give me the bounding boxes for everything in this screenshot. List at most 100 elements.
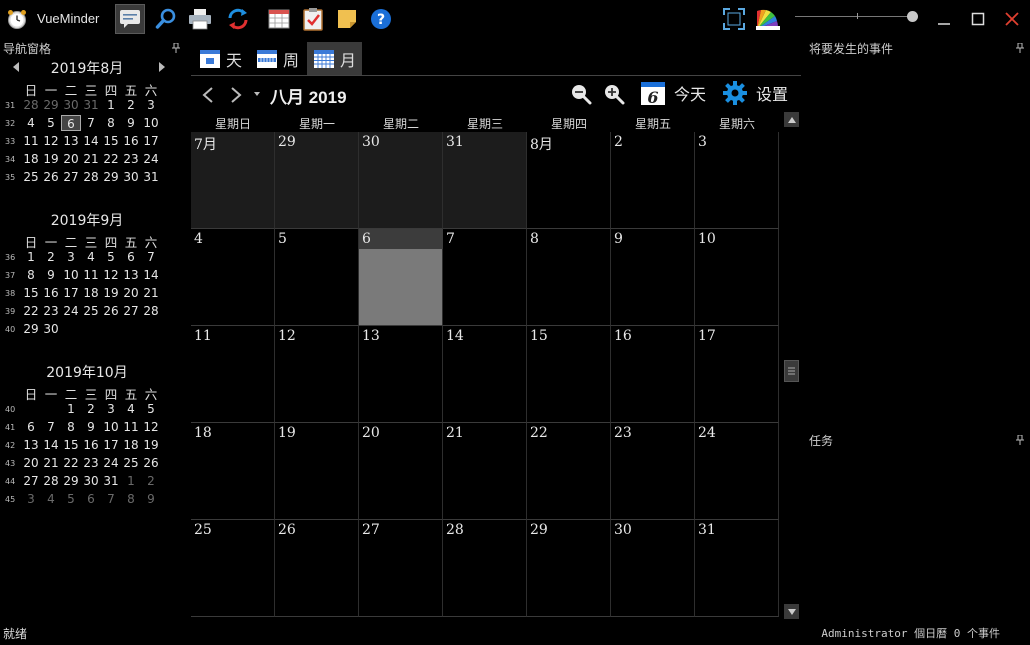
mini-day[interactable]: 23	[41, 303, 61, 319]
mini-day[interactable]: 10	[61, 267, 81, 283]
mini-day[interactable]: 17	[61, 285, 81, 301]
day-cell[interactable]: 15	[527, 326, 611, 423]
help-button[interactable]: ?	[366, 4, 396, 34]
today-button[interactable]: 6 今天	[640, 80, 706, 106]
mini-day[interactable]: 14	[81, 133, 101, 149]
mini-day[interactable]: 12	[101, 267, 121, 283]
mini-day[interactable]: 10	[141, 115, 161, 131]
mini-day[interactable]: 1	[61, 401, 81, 417]
mini-day[interactable]: 9	[41, 267, 61, 283]
mini-day[interactable]: 8	[121, 491, 141, 507]
mini-day[interactable]: 9	[81, 419, 101, 435]
day-cell[interactable]: 13	[359, 326, 443, 423]
mini-day[interactable]: 26	[41, 169, 61, 185]
mini-next-month-button[interactable]	[159, 62, 165, 72]
pin-icon[interactable]	[172, 43, 180, 53]
mini-day[interactable]: 2	[41, 249, 61, 265]
mini-day[interactable]: 5	[41, 115, 61, 131]
mini-day[interactable]: 1	[121, 473, 141, 489]
mini-day[interactable]: 13	[21, 437, 41, 453]
day-cell[interactable]: 23	[611, 423, 695, 520]
mini-day[interactable]: 25	[81, 303, 101, 319]
mini-day[interactable]: 20	[61, 151, 81, 167]
mini-day[interactable]: 23	[81, 455, 101, 471]
mini-day[interactable]: 1	[101, 97, 121, 113]
mini-day[interactable]: 5	[101, 249, 121, 265]
mini-day[interactable]: 29	[61, 473, 81, 489]
day-cell[interactable]: 31	[695, 520, 779, 617]
day-cell[interactable]: 18	[191, 423, 275, 520]
mini-day[interactable]: 8	[61, 419, 81, 435]
mini-day[interactable]: 18	[21, 151, 41, 167]
tasks-pin-icon[interactable]	[1016, 435, 1024, 445]
fullscreen-button[interactable]	[719, 4, 749, 34]
mini-day[interactable]: 5	[61, 491, 81, 507]
mini-day[interactable]: 7	[81, 115, 101, 131]
minimize-button[interactable]	[930, 6, 958, 32]
day-cell-today[interactable]: 6	[359, 229, 443, 326]
mini-day[interactable]: 4	[41, 491, 61, 507]
day-cell[interactable]: 22	[527, 423, 611, 520]
day-cell[interactable]: 17	[695, 326, 779, 423]
mini-day[interactable]: 22	[21, 303, 41, 319]
reminder-button[interactable]	[115, 4, 145, 34]
mini-day[interactable]: 4	[21, 115, 41, 131]
mini-day[interactable]: 15	[61, 437, 81, 453]
mini-day[interactable]: 28	[41, 473, 61, 489]
mini-day[interactable]: 9	[141, 491, 161, 507]
day-cell[interactable]: 30	[611, 520, 695, 617]
mini-day[interactable]: 11	[21, 133, 41, 149]
scroll-up-button[interactable]	[784, 112, 799, 127]
day-cell[interactable]: 7月	[191, 132, 275, 229]
mini-day[interactable]: 14	[141, 267, 161, 283]
maximize-button[interactable]	[964, 6, 992, 32]
day-cell[interactable]: 11	[191, 326, 275, 423]
mini-day[interactable]: 22	[101, 151, 121, 167]
mini-day[interactable]: 5	[141, 401, 161, 417]
month-dropdown-caret[interactable]	[254, 92, 260, 96]
mini-day[interactable]: 18	[81, 285, 101, 301]
day-cell[interactable]: 8月	[527, 132, 611, 229]
mini-day[interactable]: 11	[121, 419, 141, 435]
mini-day[interactable]: 31	[141, 169, 161, 185]
mini-day[interactable]: 19	[101, 285, 121, 301]
mini-day[interactable]: 8	[21, 267, 41, 283]
day-cell[interactable]: 12	[275, 326, 359, 423]
day-cell[interactable]: 14	[443, 326, 527, 423]
upcoming-pin-icon[interactable]	[1016, 43, 1024, 53]
mini-day[interactable]: 3	[101, 401, 121, 417]
mini-day[interactable]: 24	[101, 455, 121, 471]
mini-day[interactable]: 28	[21, 97, 41, 113]
zoom-slider-thumb[interactable]	[907, 11, 918, 22]
mini-day[interactable]: 26	[141, 455, 161, 471]
mini-day[interactable]: 2	[121, 97, 141, 113]
mini-calendar-title[interactable]: 2019年9月	[51, 213, 124, 229]
day-cell[interactable]: 19	[275, 423, 359, 520]
mini-day[interactable]: 4	[81, 249, 101, 265]
mini-day[interactable]: 28	[81, 169, 101, 185]
mini-day[interactable]: 30	[81, 473, 101, 489]
mini-day[interactable]: 14	[41, 437, 61, 453]
mini-day[interactable]: 26	[101, 303, 121, 319]
day-cell[interactable]: 4	[191, 229, 275, 326]
tab-day[interactable]: 天	[193, 42, 248, 76]
calendar-table-button[interactable]	[264, 4, 294, 34]
day-cell[interactable]: 5	[275, 229, 359, 326]
mini-day[interactable]: 20	[121, 285, 141, 301]
mini-day[interactable]: 25	[121, 455, 141, 471]
zoom-out-icon[interactable]	[570, 83, 592, 105]
theme-button[interactable]	[753, 4, 783, 34]
day-cell[interactable]: 21	[443, 423, 527, 520]
mini-calendar-title[interactable]: 2019年10月	[46, 365, 127, 381]
mini-day[interactable]: 28	[141, 303, 161, 319]
day-cell[interactable]: 29	[275, 132, 359, 229]
mini-day[interactable]: 3	[21, 491, 41, 507]
mini-day[interactable]: 12	[141, 419, 161, 435]
mini-day[interactable]: 16	[41, 285, 61, 301]
mini-day[interactable]: 13	[61, 133, 81, 149]
scroll-down-button[interactable]	[784, 604, 799, 619]
mini-day[interactable]: 29	[101, 169, 121, 185]
day-cell[interactable]: 24	[695, 423, 779, 520]
mini-day[interactable]: 29	[21, 321, 41, 337]
month-title[interactable]: 八月 2019	[270, 83, 347, 108]
